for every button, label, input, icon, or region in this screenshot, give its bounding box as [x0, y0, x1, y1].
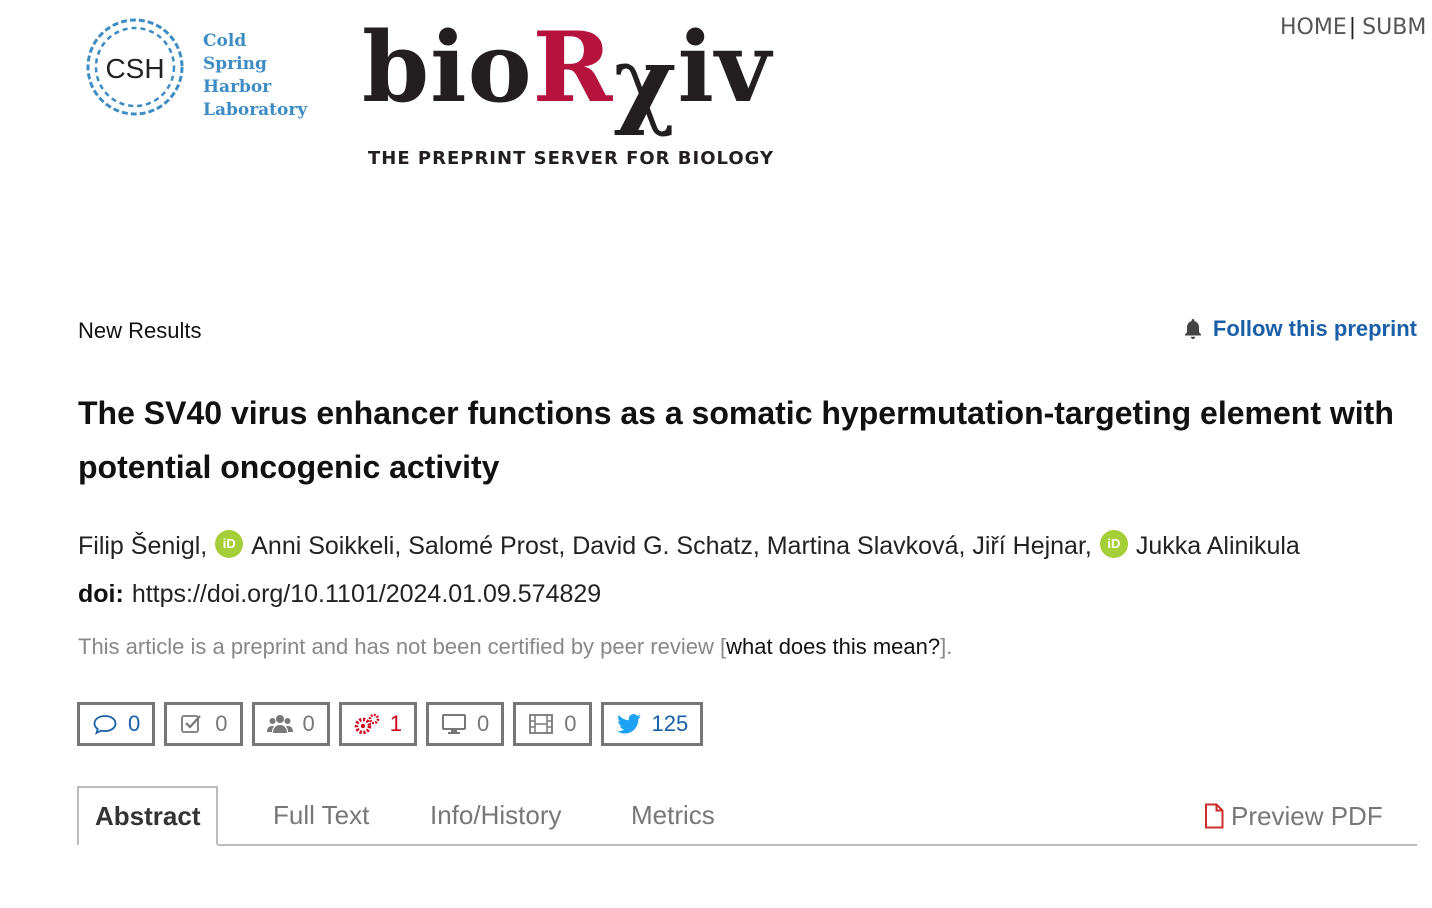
badge-count: 0: [128, 711, 141, 736]
follow-preprint-button[interactable]: Follow this preprint: [1181, 316, 1417, 342]
csh-monogram: CSH: [105, 53, 164, 84]
twitter-badge[interactable]: 125: [600, 702, 704, 746]
csh-line: Harbor: [203, 77, 272, 97]
orcid-icon[interactable]: iD: [1099, 529, 1128, 558]
reviews-badge[interactable]: 0: [164, 702, 243, 746]
badge-count: 125: [651, 711, 689, 736]
blogs-badge[interactable]: 0: [426, 702, 505, 746]
nav-submit-link[interactable]: SUBM: [1362, 15, 1426, 40]
article-title: The SV40 virus enhancer functions as a s…: [78, 395, 1394, 485]
badge-count: 1: [389, 711, 402, 736]
follow-label: Follow this preprint: [1212, 316, 1417, 341]
what-does-this-mean-link[interactable]: what does this mean?: [726, 634, 940, 659]
pdf-file-icon: [1205, 803, 1224, 829]
logo-iv: iv: [677, 11, 772, 124]
csh-helix-icon: CSH: [86, 18, 184, 116]
tab-full-text[interactable]: Full Text: [273, 786, 369, 846]
nav-separator: |: [1348, 15, 1357, 40]
tab-info-history[interactable]: Info/History: [430, 786, 562, 846]
tab-abstract[interactable]: Abstract: [77, 786, 219, 846]
users-icon: [266, 715, 293, 733]
comments-badge[interactable]: 0: [77, 702, 156, 746]
notice-end: ].: [940, 634, 953, 659]
badge-count: 0: [215, 711, 228, 736]
community-badge[interactable]: 0: [251, 702, 330, 746]
comment-icon: [93, 715, 117, 735]
badge-count: 0: [564, 711, 577, 736]
doi-link[interactable]: https://doi.org/10.1101/2024.01.09.57482…: [132, 580, 601, 608]
badge-count: 0: [302, 711, 315, 736]
checkbox-icon: [181, 715, 202, 733]
author-name[interactable]: Filip Šenigl,: [78, 532, 207, 561]
badge-count: 0: [477, 711, 490, 736]
logo-bio: bio: [362, 11, 533, 124]
csh-logo[interactable]: CSH Cold Spring Harbor Laboratory: [80, 12, 310, 122]
site-tagline: THE PREPRINT SERVER FOR BIOLOGY: [368, 148, 775, 169]
tab-metrics[interactable]: Metrics: [631, 786, 715, 846]
doi-line: doi: https://doi.org/10.1101/2024.01.09.5…: [78, 580, 601, 609]
logo-r: R: [532, 11, 614, 124]
twitter-icon: [616, 714, 641, 734]
author-list: Filip Šenigl, iD Anni Soikkeli, Salomé P…: [78, 529, 1428, 561]
orcid-icon[interactable]: iD: [215, 529, 244, 558]
metrics-badges: 0 0 0 1 0 0 125: [77, 702, 704, 746]
peer-review-notice: This article is a preprint and has not b…: [78, 634, 952, 660]
automated-tools-badge[interactable]: 1: [338, 702, 417, 746]
biorxiv-logo[interactable]: bioRχiv THE PREPRINT SERVER FOR BIOLOGY: [362, 8, 802, 178]
csh-line: Spring: [203, 54, 267, 74]
biorxiv-wordmark: bioRχiv: [362, 8, 772, 138]
monitor-icon: [442, 714, 466, 734]
author-name[interactable]: Anni Soikkeli, Salomé Prost, David G. Sc…: [251, 532, 1092, 561]
gears-icon: [354, 713, 380, 735]
doi-label: doi:: [78, 580, 124, 608]
media-badge[interactable]: 0: [513, 702, 592, 746]
preview-pdf-label: Preview PDF: [1231, 801, 1383, 831]
article-tabs: Abstract Full Text Info/History Metrics …: [77, 786, 1417, 846]
film-icon: [529, 714, 554, 734]
csh-line: Cold: [203, 31, 247, 51]
csh-wordmark: Cold Spring Harbor Laboratory: [203, 30, 313, 122]
notice-text: This article is a preprint and has not b…: [78, 634, 727, 659]
preview-pdf-button[interactable]: Preview PDF: [1203, 786, 1383, 846]
bell-icon: [1184, 319, 1201, 339]
csh-line: Laboratory: [203, 100, 308, 120]
author-name[interactable]: Jukka Alinikula: [1136, 532, 1300, 561]
article-category: New Results: [78, 318, 202, 343]
top-nav: HOME| SUBM: [1280, 15, 1426, 40]
nav-home-link[interactable]: HOME: [1280, 15, 1347, 40]
logo-chi: χ: [613, 25, 678, 138]
